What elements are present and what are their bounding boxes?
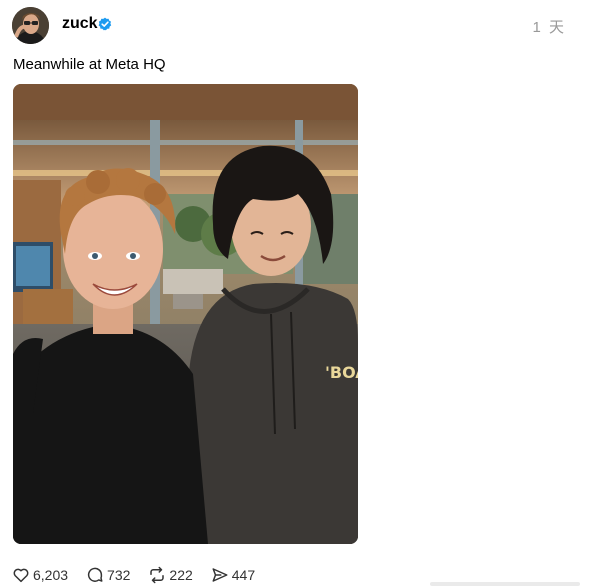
post-card: zuck 1 天 Meanwhile at Meta HQ 'BO 6,203 …: [0, 0, 595, 586]
post-caption: Meanwhile at Meta HQ: [13, 56, 166, 73]
share-button[interactable]: 447: [211, 566, 255, 584]
author-username[interactable]: zuck: [62, 15, 98, 33]
verified-badge-icon: [98, 17, 112, 31]
repost-count: 222: [169, 567, 193, 583]
like-button[interactable]: 6,203: [12, 566, 68, 584]
repost-icon: [150, 566, 165, 584]
like-count: 6,203: [33, 567, 69, 583]
heart-icon: [13, 568, 29, 583]
selfie-photo: [13, 84, 358, 544]
scroll-indicator: [430, 582, 580, 586]
author-avatar[interactable]: [12, 7, 49, 44]
avatar-photo-icon: [12, 7, 49, 44]
share-count: 447: [231, 567, 256, 583]
comment-icon: [87, 567, 103, 582]
post-timestamp: 1 天: [532, 19, 566, 36]
reply-button[interactable]: 732: [86, 566, 130, 584]
reply-count: 732: [107, 567, 131, 583]
post-image[interactable]: 'BOA: [13, 84, 358, 544]
repost-button[interactable]: 222: [148, 566, 193, 584]
send-icon: [212, 568, 228, 582]
hoodie-print: 'BOA: [325, 363, 358, 382]
post-actions: 6,203 732 222 447: [12, 565, 273, 585]
